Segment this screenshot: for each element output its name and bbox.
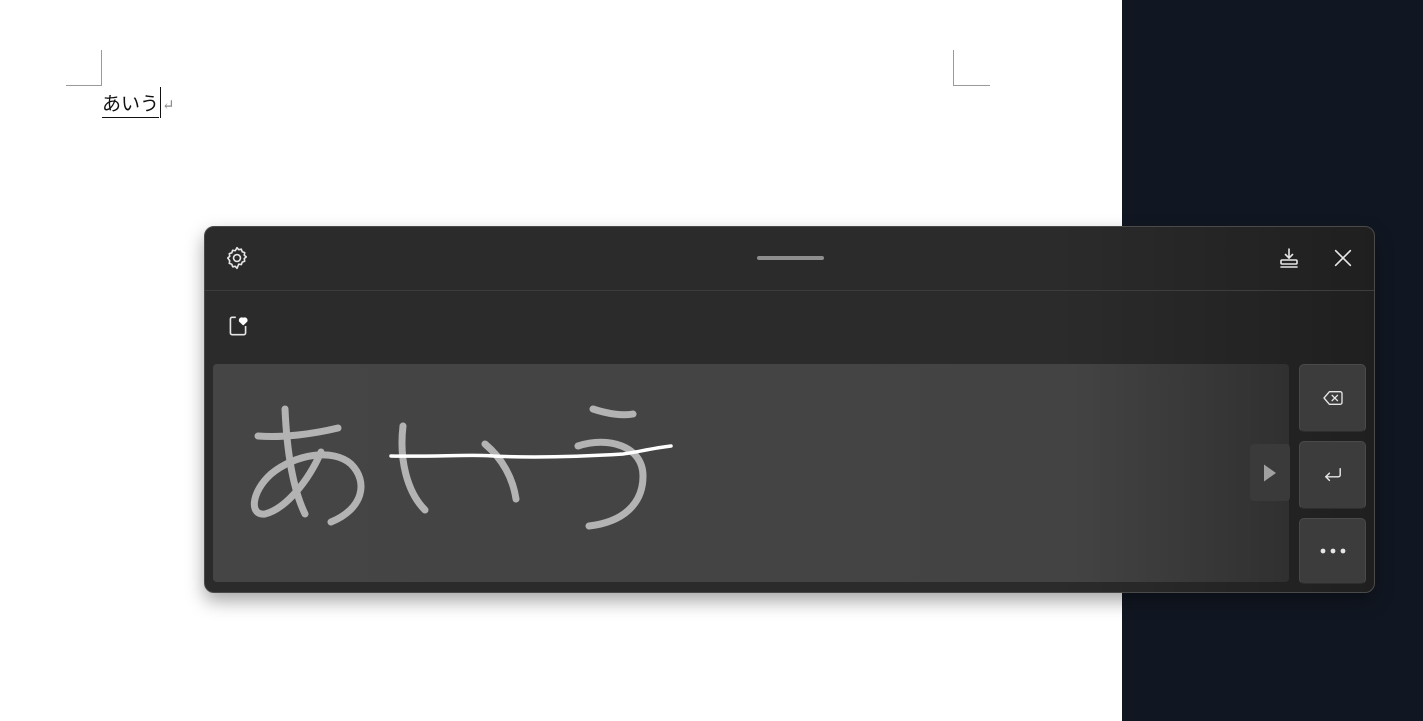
enter-icon xyxy=(1324,467,1341,482)
backspace-button[interactable] xyxy=(1299,364,1366,432)
enter-button[interactable] xyxy=(1299,441,1366,509)
drag-handle[interactable] xyxy=(757,256,824,260)
close-icon xyxy=(1334,249,1352,267)
dock-button[interactable] xyxy=(1271,240,1307,276)
play-arrow-icon xyxy=(1264,464,1276,481)
candidate-next-button[interactable] xyxy=(1250,444,1290,501)
more-button[interactable] xyxy=(1299,518,1366,584)
close-button[interactable] xyxy=(1325,240,1361,276)
clipboard-button[interactable] xyxy=(220,308,256,344)
paragraph-mark: ↵ xyxy=(162,96,175,114)
panel-titlebar[interactable] xyxy=(205,227,1374,291)
settings-button[interactable] xyxy=(219,240,255,276)
backspace-icon xyxy=(1322,391,1343,405)
gear-icon xyxy=(226,246,248,270)
text-caret xyxy=(160,87,162,118)
page-corner-top-right xyxy=(953,50,990,86)
handwriting-panel[interactable] xyxy=(204,226,1375,593)
document-text[interactable]: あいう xyxy=(102,91,160,118)
more-icon xyxy=(1320,548,1345,554)
dock-icon xyxy=(1280,248,1298,268)
handwritten-ink xyxy=(250,405,673,530)
clipboard-heart-icon xyxy=(229,316,248,336)
page-corner-top-left xyxy=(66,50,102,86)
document-line[interactable]: あいう ↵ xyxy=(102,87,175,118)
handwriting-canvas[interactable] xyxy=(213,364,1289,582)
